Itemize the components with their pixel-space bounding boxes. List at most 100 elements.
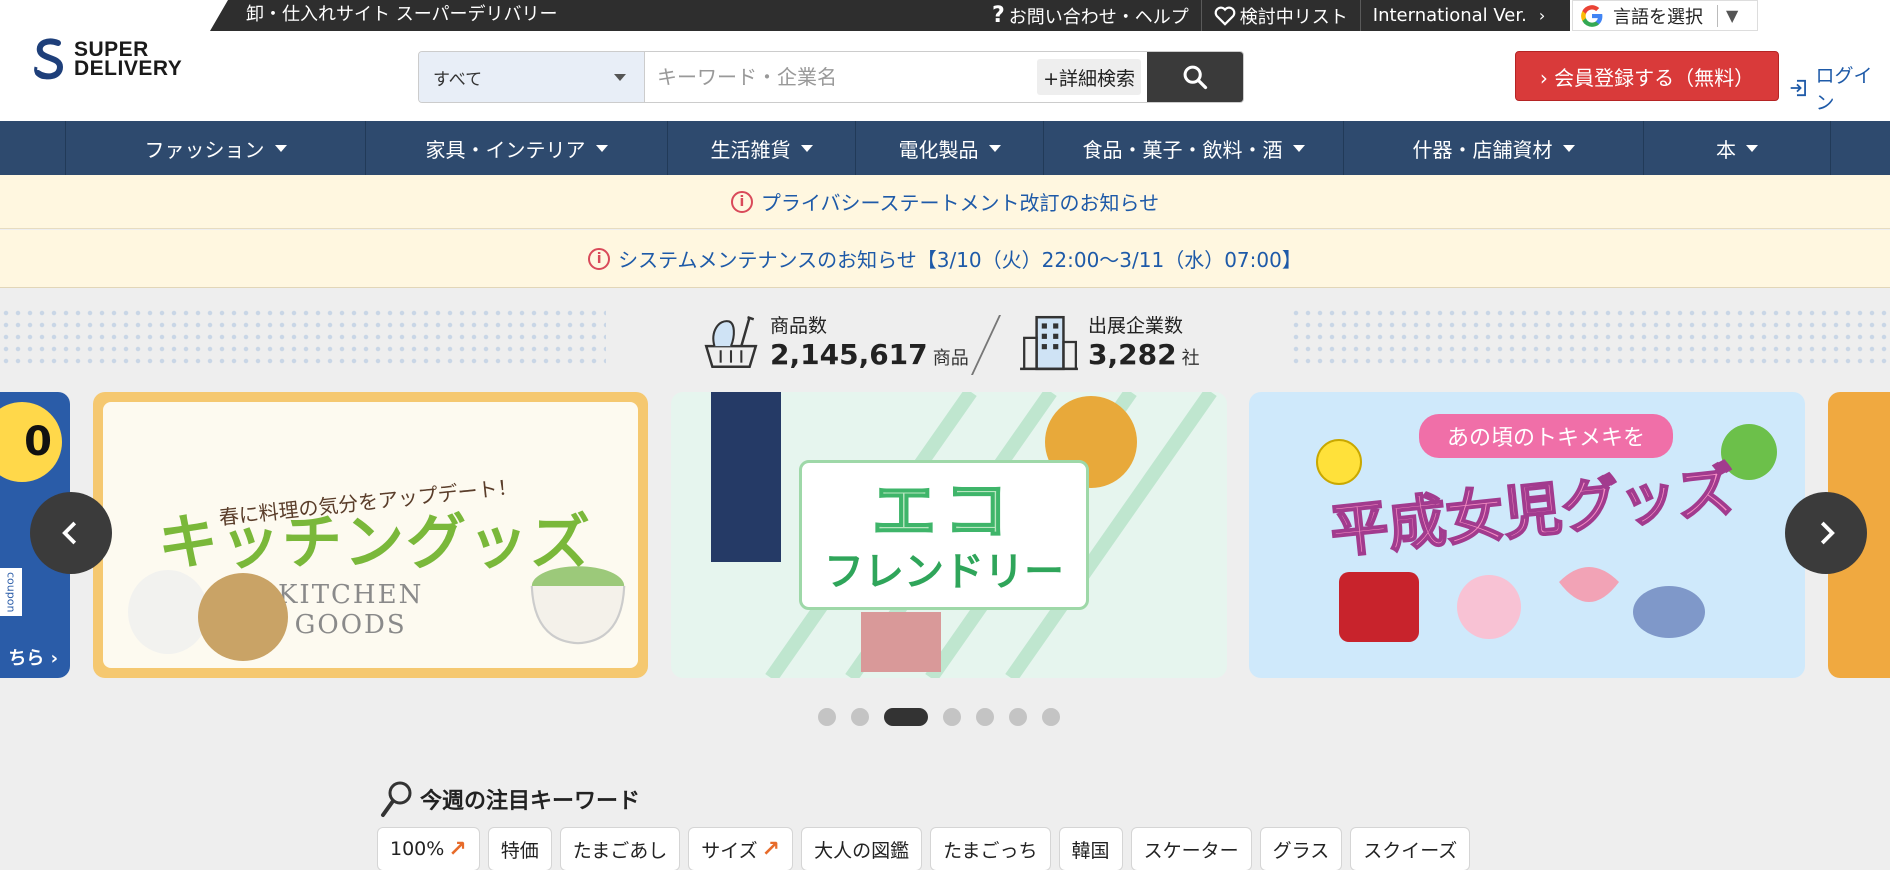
notice-privacy[interactable]: i プライバシーステートメント改訂のお知らせ [0,175,1890,229]
keyword-chip-label: サイズ [701,839,758,862]
carousel-prev-button[interactable] [30,492,112,574]
notice-privacy-text: プライバシーステートメント改訂のお知らせ [760,191,1160,215]
keyword-chip-label: たまごあし [572,839,668,862]
language-separator [1717,4,1718,27]
category-household[interactable]: 生活雑貨 [668,121,856,175]
coupon-tag: coupon [0,568,22,616]
international-link[interactable]: International Ver. › [1359,0,1557,31]
banner-heisei-goods[interactable]: あの頃のトキメキを 平成女児グッズ [1249,392,1805,678]
caret-down-icon [614,74,626,81]
category-fashion[interactable]: ファッション [66,121,366,175]
carousel-next-button[interactable] [1785,492,1867,574]
category-label: ファッション [144,137,265,162]
keyword-chip[interactable]: サイズ ↗ [688,827,794,870]
company-count-stat: 出展企業数 3,282 社 [1018,311,1200,373]
question-icon: ? [992,3,1005,28]
help-link-label: お問い合わせ・ヘルプ [1008,6,1189,28]
carousel-dot[interactable] [1009,708,1027,726]
keyword-chip[interactable]: 韓国 [1058,827,1123,870]
chevron-right-icon: › [1538,6,1546,25]
search-category-select[interactable]: すべて [419,52,645,102]
keyword-chip[interactable]: スケーター [1130,827,1252,870]
banner-eco-friendly[interactable]: エコ フレンドリー [671,392,1227,678]
login-link[interactable]: ログイン [1788,61,1890,115]
search-button[interactable] [1147,52,1243,102]
company-count-value: 3,282 [1088,338,1177,371]
wishlist-link-label: 検討中リスト [1239,6,1348,28]
carousel-dot[interactable] [851,708,869,726]
category-nav: ファッション 家具・インテリア 生活雑貨 電化製品 食品・菓子・飲料・酒 什器・… [0,121,1890,175]
info-icon: i [730,190,753,213]
category-books[interactable]: 本 [1644,121,1831,175]
category-label: 電化製品 [898,137,979,162]
trending-up-icon: ↗ [448,836,467,862]
category-furniture[interactable]: 家具・インテリア [366,121,668,175]
banner-kitchen-en-line1: KITCHEN [278,580,424,610]
building-icon [1020,315,1078,371]
heisei-tagline: あの頃のトキメキを [1419,414,1674,458]
banner-kitchen-goods[interactable]: 春に料理の気分をアップデート！ キッチングッズ KITCHEN GOODS [93,392,648,678]
category-label: 什器・店舗資材 [1412,137,1553,162]
logo-line-2: DELIVERY [74,57,183,80]
caret-down-icon [800,144,813,152]
caret-down-icon [1292,144,1305,152]
advanced-search-button[interactable]: +詳細検索 [1037,59,1141,95]
magnifier-icon [381,781,412,817]
keyword-chip-label: スケーター [1143,839,1239,862]
carousel-dot[interactable] [884,708,928,726]
register-button[interactable]: › 会員登録する（無料） [1515,51,1779,101]
category-fixtures[interactable]: 什器・店舗資材 [1344,121,1644,175]
caret-down-icon [274,144,287,152]
keyword-chip[interactable]: たまごっち [930,827,1051,870]
caret-down-icon [595,144,608,152]
notice-maintenance-text: システムメンテナンスのお知らせ【3/10（火）22:00〜3/11（水）07:0… [618,248,1302,272]
product-count-value: 2,145,617 [770,338,928,371]
search-category-value: すべて [433,69,483,90]
eco-title-line1: エコ [871,475,1016,549]
language-selector-label: 言語を選択 [1613,6,1703,28]
stats-divider [971,315,1001,375]
help-link[interactable]: ? お問い合わせ・ヘルプ [980,0,1201,31]
caret-down-icon [1746,144,1758,152]
carousel-dot[interactable] [943,708,961,726]
banner-carousel: 0 coupon ちら › 春に料理の気分をアップデート！ キッチングッズ KI… [0,392,1890,680]
product-count-unit: 商品 [932,348,969,369]
triangle-down-icon: ▼ [1726,6,1739,25]
wishlist-link[interactable]: 検討中リスト [1200,0,1360,31]
keyword-chip[interactable]: たまごあし [559,827,681,870]
keyword-chip[interactable]: スクイーズ [1350,827,1471,870]
category-label: 家具・インテリア [425,137,586,162]
international-link-label: International Ver. [1372,5,1527,26]
search-input[interactable] [645,52,1038,102]
banner-kitchen-english: KITCHEN GOODS [278,580,423,640]
keyword-chip[interactable]: グラス [1259,827,1343,870]
caret-down-icon [1562,144,1575,152]
keyword-chip-label: 大人の図鑑 [814,839,910,862]
shopping-basket-icon [704,316,758,369]
category-electronics[interactable]: 電化製品 [856,121,1044,175]
keyword-chip[interactable]: 特価 [487,827,552,870]
company-count-unit: 社 [1181,348,1200,369]
info-icon: i [588,247,611,270]
banner-kitchen-en-line2: GOODS [294,610,407,640]
trending-keywords-heading: 今週の注目キーワード [380,780,640,818]
google-icon [1581,4,1603,27]
keyword-chip[interactable]: 大人の図鑑 [801,827,923,870]
notice-maintenance[interactable]: i システムメンテナンスのお知らせ【3/10（火）22:00〜3/11（水）07… [0,230,1890,288]
caret-down-icon [988,144,1001,152]
carousel-dot[interactable] [818,708,836,726]
cat-plush-illustration [128,570,288,661]
trending-keywords-title: 今週の注目キーワード [420,789,641,814]
keyword-chip[interactable]: 100% ↗ [377,827,480,870]
product-count-stat: 商品数 2,145,617 商品 [700,311,969,373]
logo-mark-icon [34,38,64,80]
language-selector[interactable]: 言語を選択 ▼ [1572,0,1758,31]
carousel-dot[interactable] [976,708,994,726]
carousel-dot[interactable] [1042,708,1060,726]
site-logo[interactable]: SUPER DELIVERY [30,37,182,81]
search-icon [1183,65,1208,90]
top-links: ? お問い合わせ・ヘルプ 検討中リスト International Ver. › [980,0,1557,31]
keyword-chip-label: グラス [1272,839,1330,862]
site-tagline: 卸・仕入れサイト スーパーデリバリー [246,4,558,25]
category-food[interactable]: 食品・菓子・飲料・酒 [1044,121,1344,175]
